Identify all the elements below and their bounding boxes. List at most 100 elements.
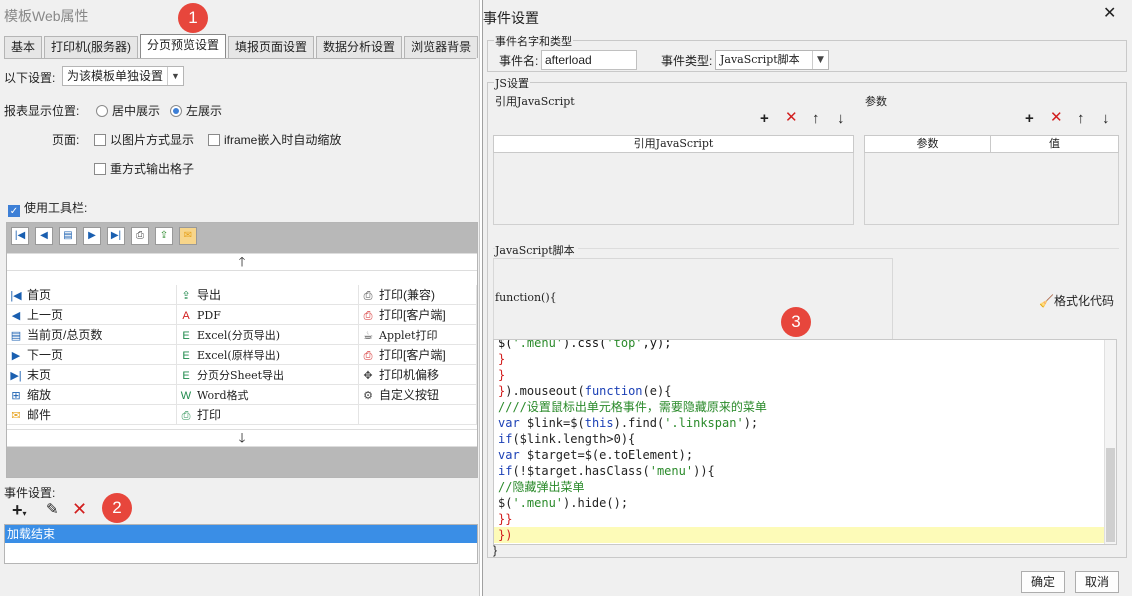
move-up-arrow-icon[interactable]: 🡑 <box>7 253 477 271</box>
prev-page-icon[interactable]: ◀ <box>35 227 53 245</box>
settings-select[interactable]: 为该模板单独设置 ▼ <box>62 66 184 86</box>
toolbar-grid-label: Applet打印 <box>379 329 438 342</box>
toolbar-grid-label: 上一页 <box>27 308 64 322</box>
toolbar-grid-item[interactable]: ◀ 上一页 <box>7 305 177 325</box>
position-label: 报表显示位置: <box>4 104 80 118</box>
ok-button[interactable]: 确定 <box>1021 571 1065 593</box>
delete-param-button[interactable]: ✕ <box>1050 110 1063 126</box>
toolbar-grid-item[interactable]: ☕ Applet打印 <box>359 325 477 345</box>
print-icon: ⎙ <box>181 410 191 422</box>
toolbar-grid-item[interactable]: ✉ 邮件 <box>7 405 177 425</box>
mail-icon[interactable]: ✉ <box>179 227 197 245</box>
toolbar-grid-item[interactable]: ⎙ 打印[客户端] <box>359 305 477 325</box>
code-line: if(!$target.hasClass('menu')){ <box>498 464 715 478</box>
toolbar-grid-item[interactable]: ⎙ 打印 <box>177 405 359 425</box>
format-code-button[interactable]: 🧹格式化代码 <box>1039 292 1114 309</box>
toolbar-grid-item[interactable]: E Excel(分页导出) <box>177 325 359 345</box>
event-item-selected[interactable]: 加载结束 <box>5 525 477 543</box>
params-col-name: 参数 <box>864 135 991 153</box>
toolbar-grid-item[interactable]: ⇪ 导出 <box>177 285 359 305</box>
toolbar-grid-label: 分页分Sheet导出 <box>197 369 285 382</box>
step-badge-3: 3 <box>781 307 811 337</box>
tab-data-analysis[interactable]: 数据分析设置 <box>316 36 403 58</box>
toolbar-grid-label: 打印机偏移 <box>379 368 440 382</box>
tab-divider <box>4 58 476 59</box>
js-settings-legend: JS设置 <box>494 75 530 91</box>
radio-center[interactable]: 居中展示 <box>96 102 160 119</box>
event-type-select[interactable]: JavaScript脚本 ▼ <box>715 50 829 70</box>
toolbar-editor: |◀ ◀ ▤ ▶ ▶| ⎙ ⇪ ✉ 🡑 |◀ 首页 ⇪ 导出 ⎙ 打印(兼容) ◀ 上一页 A P… <box>6 222 478 478</box>
toolbar-grid-item[interactable]: ✥ 打印机偏移 <box>359 365 477 385</box>
code-editor[interactable]: $('.menu').css('top',y);}}}).mouseout(fu… <box>493 339 1117 545</box>
toolbar-grid-label: 导出 <box>197 288 222 302</box>
excel-icon: E <box>182 330 190 342</box>
add-ref-js-button[interactable]: + <box>760 111 769 127</box>
next-page-icon[interactable]: ▶ <box>83 227 101 245</box>
toolbar-grid-label: Word格式 <box>197 389 249 402</box>
toolbar-grid-item[interactable]: W Word格式 <box>177 385 359 405</box>
toolbar-grid-item[interactable]: |◀ 首页 <box>7 285 177 305</box>
toolbar-grid-label: Excel(分页导出) <box>197 329 281 342</box>
print-client-icon: ⎙ <box>363 350 373 362</box>
radio-left-label: 左展示 <box>186 104 223 118</box>
event-name-input[interactable]: afterload <box>541 50 637 70</box>
code-line: //隐藏弹出菜单 <box>498 480 585 494</box>
page-count-icon[interactable]: ▤ <box>59 227 77 245</box>
code-line: ////设置鼠标出单元格事件，需要隐藏原来的菜单 <box>498 400 767 414</box>
toolbar-grid-item[interactable]: ⎙ 打印[客户端] <box>359 345 477 365</box>
toolbar-grid-item[interactable]: ▤ 当前页/总页数 <box>7 325 177 345</box>
toolbar-grid-item[interactable]: A PDF <box>177 305 359 325</box>
event-list: 加载结束 <box>4 524 478 564</box>
tab-printer-server[interactable]: 打印机(服务器) <box>44 36 139 58</box>
toolbar-grid-label: 邮件 <box>27 408 52 422</box>
toolbar-grid-item[interactable]: ⊞ 缩放 <box>7 385 177 405</box>
last-page-icon[interactable]: ▶| <box>107 227 125 245</box>
toolbar-grid-item[interactable]: E Excel(原样导出) <box>177 345 359 365</box>
format-code-label: 格式化代码 <box>1053 294 1114 308</box>
delete-x-icon[interactable]: ✕ <box>72 500 87 518</box>
toolbar-grid-empty <box>359 405 477 425</box>
toolbar-preview-strip: |◀ ◀ ▤ ▶ ▶| ⎙ ⇪ ✉ <box>7 223 477 253</box>
move-down-icon[interactable]: ↓ <box>837 111 845 127</box>
params-label: 参数 <box>865 95 887 108</box>
chevron-down-icon: ▼ <box>812 51 828 69</box>
move-down-arrow-icon[interactable]: 🡓 <box>7 429 477 447</box>
toolbar-grid-item[interactable]: ▶ 下一页 <box>7 345 177 365</box>
print-icon[interactable]: ⎙ <box>131 227 149 245</box>
checkbox-grid-output[interactable]: 重方式输出格子 <box>94 160 194 177</box>
event-name-label: 事件名: <box>499 54 539 68</box>
page-count-icon: ▤ <box>10 330 22 342</box>
export-icon[interactable]: ⇪ <box>155 227 173 245</box>
excel-icon: E <box>182 370 190 382</box>
add-param-button[interactable]: + <box>1025 111 1034 127</box>
print-client-icon: ⎙ <box>363 310 373 322</box>
scrollbar[interactable] <box>1104 340 1116 544</box>
close-icon[interactable]: ✕ <box>1103 6 1116 22</box>
step-badge-1: 1 <box>178 3 208 33</box>
toolbar-grid-item[interactable]: E 分页分Sheet导出 <box>177 365 359 385</box>
move-up-icon[interactable]: ↑ <box>812 111 820 127</box>
checkbox-use-toolbar[interactable]: ✓ 使用工具栏: <box>8 199 87 217</box>
tab-basic[interactable]: 基本 <box>4 36 43 58</box>
first-page-icon[interactable]: |◀ <box>11 227 29 245</box>
event-type-value: JavaScript脚本 <box>720 53 800 66</box>
tab-paging-preview[interactable]: 分页预览设置 <box>140 34 227 58</box>
tab-fill-page[interactable]: 填报页面设置 <box>228 36 315 58</box>
move-icon: ✥ <box>363 370 373 382</box>
radio-left[interactable]: 左展示 <box>170 102 222 119</box>
code-line: }).mouseout(function(e){ <box>498 384 672 398</box>
toolbar-grid-item[interactable]: ▶| 末页 <box>7 365 177 385</box>
move-up-icon[interactable]: ↑ <box>1077 111 1085 127</box>
add-event-button[interactable]: +▾ <box>12 501 27 522</box>
toolbar-grid-item[interactable]: ⚙ 自定义按钮 <box>359 385 477 405</box>
cancel-button[interactable]: 取消 <box>1075 571 1119 593</box>
move-down-icon[interactable]: ↓ <box>1102 111 1110 127</box>
checkbox-image-mode[interactable]: 以图片方式显示 <box>94 131 194 148</box>
scrollbar-thumb[interactable] <box>1106 448 1115 542</box>
tab-browser-bg[interactable]: 浏览器背景 <box>404 36 479 58</box>
toolbar-grid-item[interactable]: ⎙ 打印(兼容) <box>359 285 477 305</box>
checkbox-iframe-scale[interactable]: iframe嵌入时自动缩放 <box>208 131 341 148</box>
edit-pencil-icon[interactable]: ✎ <box>46 502 59 518</box>
closing-brace: } <box>493 543 498 557</box>
delete-ref-js-button[interactable]: ✕ <box>785 110 798 126</box>
